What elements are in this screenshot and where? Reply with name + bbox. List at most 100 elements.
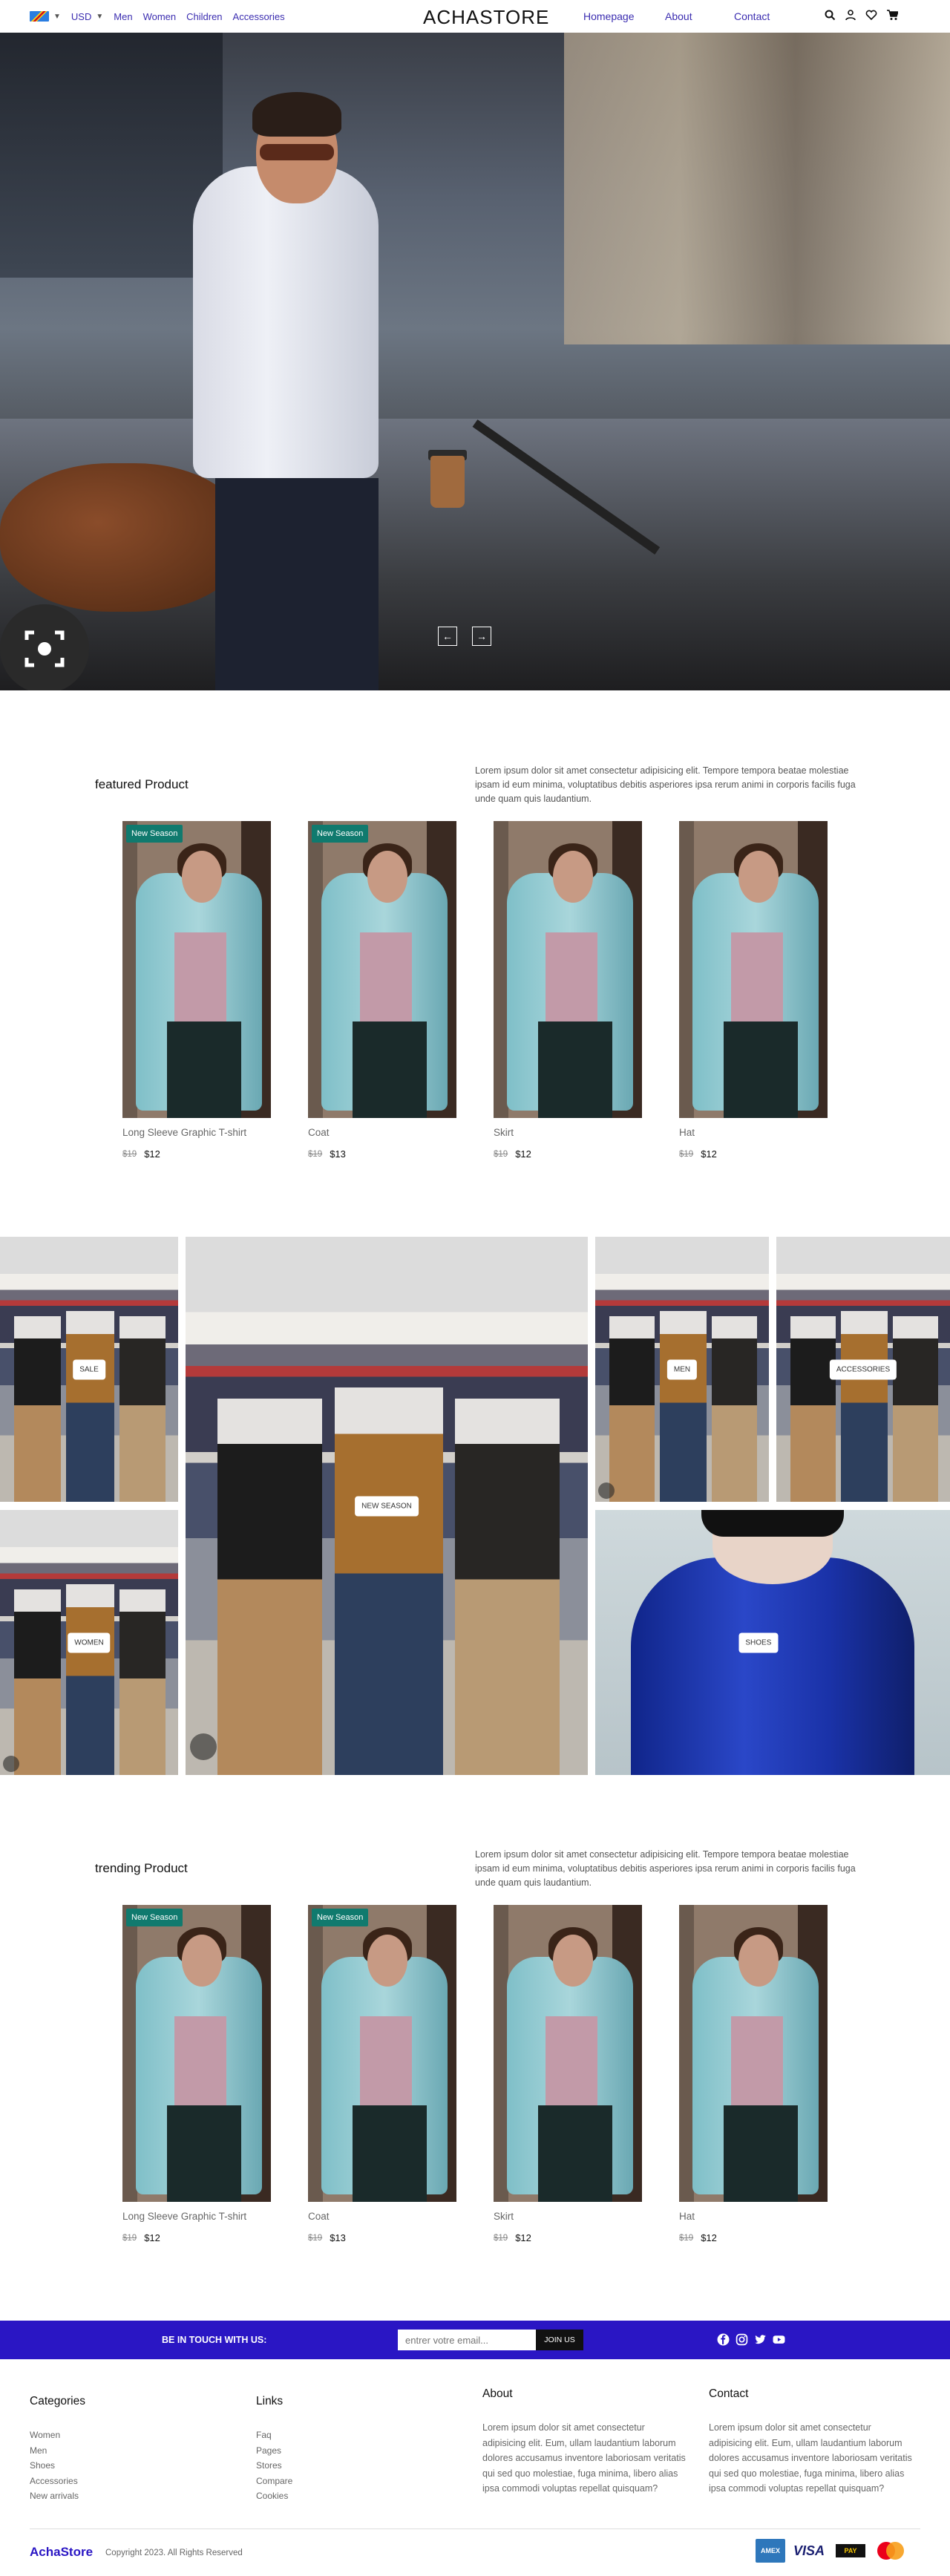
category-label-shoes[interactable]: SHOES: [738, 1632, 779, 1653]
footer-link[interactable]: Accessories: [30, 2474, 85, 2489]
product-photo: [360, 2016, 412, 2105]
nav-link-children[interactable]: Children: [186, 11, 222, 22]
product-image[interactable]: [494, 821, 642, 1118]
category-men[interactable]: MEN: [595, 1237, 769, 1502]
product-photo: [182, 851, 222, 903]
category-image: [711, 1316, 757, 1502]
hero-model: [260, 144, 334, 160]
product-photo: [724, 1021, 798, 1118]
product-card[interactable]: Skirt $19 $12: [494, 821, 642, 1160]
footer-brand[interactable]: AchaStore: [30, 2545, 93, 2560]
product-name[interactable]: Hat: [679, 2211, 828, 2222]
product-image[interactable]: [494, 1905, 642, 2202]
instagram-icon[interactable]: [736, 2333, 748, 2346]
next-arrow-button[interactable]: →: [472, 627, 491, 646]
product-photo: [731, 932, 783, 1021]
old-price: $19: [122, 2233, 137, 2243]
footer-link[interactable]: Stores: [256, 2458, 292, 2474]
nav-link-accessories[interactable]: Accessories: [233, 11, 285, 22]
newsletter-bar: BE IN TOUCH WITH US: JOIN US: [0, 2321, 950, 2359]
chevron-down-icon[interactable]: ▼: [53, 13, 61, 21]
product-card[interactable]: New Season Long Sleeve Graphic T-shirt $19…: [122, 1905, 271, 2243]
twitter-icon[interactable]: [754, 2333, 767, 2346]
hero-model: [252, 92, 341, 137]
youtube-icon[interactable]: [773, 2333, 785, 2346]
product-image[interactable]: New Season: [122, 821, 271, 1118]
mastercard-icon: [876, 2539, 905, 2563]
user-icon[interactable]: [845, 9, 856, 21]
email-input[interactable]: [398, 2330, 536, 2350]
footer-link[interactable]: Women: [30, 2428, 85, 2443]
new-price: $12: [701, 2232, 717, 2243]
footer-contact: Contact Lorem ipsum dolor sit amet conse…: [709, 2387, 912, 2497]
product-name[interactable]: Coat: [308, 1127, 456, 1138]
product-name[interactable]: Long Sleeve Graphic T-shirt: [122, 1127, 271, 1138]
chevron-down-icon[interactable]: ▼: [96, 13, 103, 21]
facebook-icon[interactable]: [717, 2333, 730, 2346]
footer-link[interactable]: Shoes: [30, 2458, 85, 2474]
site-logo[interactable]: ACHASTORE: [423, 6, 549, 29]
product-image[interactable]: New Season: [308, 1905, 456, 2202]
product-photo: [724, 2105, 798, 2202]
product-card[interactable]: Hat $19 $12: [679, 1905, 828, 2243]
search-icon[interactable]: [824, 9, 836, 21]
product-card[interactable]: New Season Coat $19 $13: [308, 821, 456, 1160]
nav-link-women[interactable]: Women: [143, 11, 177, 22]
hero-model: [0, 62, 467, 690]
category-label-women[interactable]: WOMEN: [68, 1632, 111, 1653]
new-price: $12: [144, 2232, 160, 2243]
footer-link[interactable]: Pages: [256, 2443, 292, 2459]
product-image[interactable]: New Season: [122, 1905, 271, 2202]
product-photo: [546, 2016, 597, 2105]
flag-icon[interactable]: [30, 11, 49, 22]
product-image[interactable]: New Season: [308, 821, 456, 1118]
product-name[interactable]: Long Sleeve Graphic T-shirt: [122, 2211, 271, 2222]
product-image[interactable]: [679, 1905, 828, 2202]
category-label-sale[interactable]: SALE: [73, 1359, 105, 1379]
nav-link-about[interactable]: About: [665, 10, 734, 22]
footer-link[interactable]: Men: [30, 2443, 85, 2459]
product-card[interactable]: Hat $19 $12: [679, 821, 828, 1160]
lens-icon[interactable]: [3, 1756, 19, 1772]
category-sale[interactable]: SALE: [0, 1237, 178, 1502]
product-name[interactable]: Hat: [679, 1127, 828, 1138]
category-new-season[interactable]: NEW SEASON: [186, 1237, 588, 1775]
product-name[interactable]: Coat: [308, 2211, 456, 2222]
nav-link-homepage[interactable]: Homepage: [583, 10, 665, 22]
footer-categories-title: Categories: [30, 2395, 85, 2407]
heart-icon[interactable]: [865, 9, 877, 21]
category-women[interactable]: WOMEN: [0, 1510, 178, 1775]
category-label-men[interactable]: MEN: [666, 1359, 698, 1379]
product-card[interactable]: Skirt $19 $12: [494, 1905, 642, 2243]
footer-link[interactable]: Faq: [256, 2428, 292, 2443]
footer-link[interactable]: Compare: [256, 2474, 292, 2489]
lens-icon[interactable]: [0, 604, 89, 690]
product-card[interactable]: New Season Long Sleeve Graphic T-shirt $19…: [122, 821, 271, 1160]
product-image[interactable]: [679, 821, 828, 1118]
product-card[interactable]: New Season Coat $19 $13: [308, 1905, 456, 2243]
currency-select[interactable]: USD: [71, 11, 91, 22]
footer-link[interactable]: New arrivals: [30, 2488, 85, 2504]
new-price: $12: [515, 1148, 531, 1160]
product-photo: [174, 932, 226, 1021]
product-name[interactable]: Skirt: [494, 2211, 642, 2222]
product-photo: [360, 932, 412, 1021]
trending-desc: Lorem ipsum dolor sit amet consectetur a…: [475, 1849, 856, 1888]
lens-icon[interactable]: [598, 1482, 615, 1499]
category-shoes[interactable]: SHOES: [595, 1510, 950, 1775]
category-label-accessories[interactable]: ACCESSORIES: [829, 1359, 897, 1379]
nav-link-men[interactable]: Men: [114, 11, 132, 22]
category-accessories[interactable]: ACCESSORIES: [776, 1237, 950, 1502]
hero-bag: [0, 463, 245, 612]
join-button[interactable]: JOIN US: [536, 2330, 583, 2350]
cart-icon[interactable]: [886, 9, 898, 21]
prev-arrow-button[interactable]: ←: [438, 627, 457, 646]
footer-link[interactable]: Cookies: [256, 2488, 292, 2504]
product-name[interactable]: Skirt: [494, 1127, 642, 1138]
new-season-badge: New Season: [312, 1909, 369, 1926]
nav-link-contact[interactable]: Contact: [734, 10, 770, 22]
old-price: $19: [679, 1149, 694, 1159]
product-price: $19 $13: [308, 1148, 456, 1160]
lens-icon[interactable]: [190, 1733, 217, 1760]
category-label-new-season[interactable]: NEW SEASON: [355, 1496, 419, 1516]
